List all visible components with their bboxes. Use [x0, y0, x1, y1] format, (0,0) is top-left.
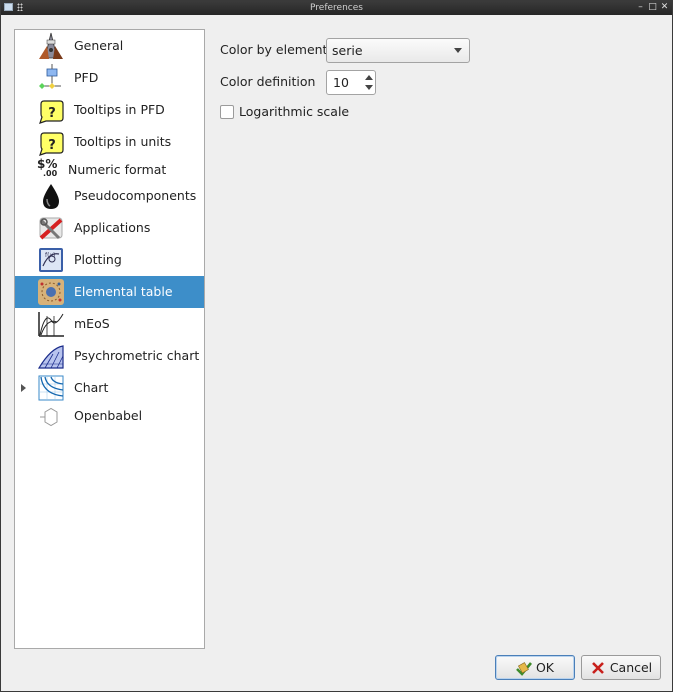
sidebar-item-label: Tooltips in PFD [74, 102, 165, 117]
cancel-icon [591, 661, 604, 674]
sidebar-item-tooltips-pfd[interactable]: ? Tooltips in PFD [15, 94, 204, 126]
sidebar-item-pfd[interactable]: PFD [15, 62, 204, 94]
tooltip-icon: ? [37, 128, 65, 156]
sidebar-item-elemental-table[interactable]: Elemental table [15, 276, 204, 308]
svg-text:?: ? [48, 138, 56, 153]
logarithmic-scale-checkbox[interactable] [220, 105, 234, 119]
svg-text:?: ? [48, 106, 56, 121]
sidebar-item-chart[interactable]: Chart [15, 372, 204, 404]
sidebar-item-meos[interactable]: mEoS [15, 308, 204, 340]
sidebar-item-label: Elemental table [74, 284, 173, 299]
sidebar-item-label: PFD [74, 70, 99, 85]
category-list[interactable]: General PFD ? Tooltips in PFD ? Tooltips… [14, 29, 205, 649]
sidebar-item-applications[interactable]: Applications [15, 212, 204, 244]
sidebar-item-label: Numeric format [68, 162, 167, 177]
sidebar-item-plotting[interactable]: f(x) Plotting [15, 244, 204, 276]
sidebar-item-numeric-format[interactable]: $% .00 Numeric format [15, 158, 204, 180]
spin-buttons [362, 71, 375, 94]
sidebar-item-label: Applications [74, 220, 151, 235]
chevron-down-icon [454, 48, 462, 53]
color-by-element-value: serie [332, 43, 363, 58]
spin-up-icon[interactable] [365, 75, 373, 80]
tooltip-icon: ? [37, 96, 65, 124]
numeric-format-icon: $% .00 [37, 157, 58, 179]
expand-arrow-icon[interactable] [21, 384, 26, 392]
plotting-icon: f(x) [37, 246, 65, 274]
color-definition-spinbox[interactable]: 10 [326, 70, 376, 95]
close-icon[interactable]: ✕ [660, 2, 669, 13]
oil-drop-icon [37, 182, 65, 210]
cancel-label: Cancel [609, 660, 653, 675]
color-definition-label: Color definition [220, 74, 316, 89]
window-title: Preferences [310, 3, 363, 13]
chart-icon [37, 374, 65, 402]
applications-icon [37, 214, 65, 242]
sidebar-item-openbabel[interactable]: Openbabel [15, 404, 204, 428]
sidebar-item-label: Openbabel [74, 408, 143, 423]
ok-button[interactable]: OK [495, 655, 575, 680]
preferences-window: Preferences – □ ✕ General PFD ? Tooltips… [0, 0, 673, 692]
sidebar-item-label: Psychrometric chart [74, 348, 200, 363]
sidebar-item-label: Pseudocomponents [74, 188, 197, 203]
meos-icon [37, 310, 65, 338]
sidebar-item-label: Tooltips in units [74, 134, 172, 149]
sidebar-item-label: mEoS [74, 316, 110, 331]
general-icon [37, 32, 65, 60]
sidebar-item-label: Plotting [74, 252, 122, 267]
cancel-button[interactable]: Cancel [581, 655, 661, 680]
sidebar-item-psychrometric[interactable]: Psychrometric chart [15, 340, 204, 372]
sidebar-item-general[interactable]: General [15, 30, 204, 62]
color-by-element-label: Color by element: [220, 42, 332, 57]
sidebar-item-tooltips-units[interactable]: ? Tooltips in units [15, 126, 204, 158]
grip-icon[interactable] [17, 3, 23, 11]
sidebar-item-pseudocomponents[interactable]: Pseudocomponents [15, 180, 204, 212]
maximize-icon[interactable]: □ [648, 2, 657, 13]
color-by-element-select[interactable]: serie [326, 38, 470, 63]
logarithmic-scale-label[interactable]: Logarithmic scale [239, 104, 349, 119]
color-definition-value: 10 [333, 75, 349, 90]
spin-down-icon[interactable] [365, 85, 373, 90]
sidebar-item-label: Chart [74, 380, 109, 395]
sidebar-item-label: General [74, 38, 124, 53]
hexagon-icon [37, 404, 65, 428]
ok-label: OK [535, 660, 555, 675]
elemental-table-icon [37, 278, 65, 306]
minimize-icon[interactable]: – [636, 2, 645, 13]
window-menu-icon[interactable] [4, 3, 13, 11]
title-bar[interactable]: Preferences – □ ✕ [1, 1, 672, 15]
pfd-icon [37, 64, 65, 92]
svg-text:f(x): f(x) [45, 252, 55, 259]
psychrometric-icon [37, 342, 65, 370]
ok-icon [516, 661, 532, 676]
